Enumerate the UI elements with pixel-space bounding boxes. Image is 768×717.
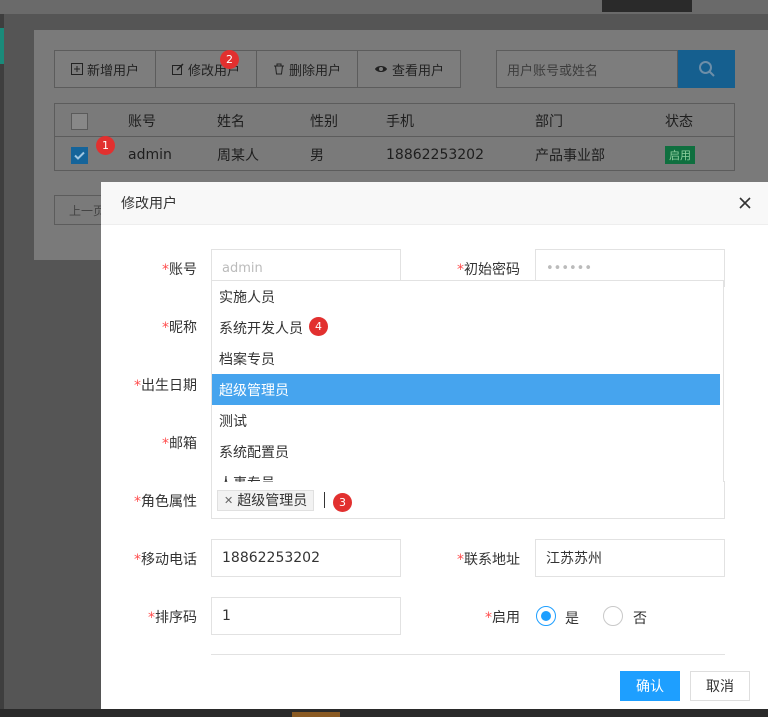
cell-account: admin (128, 146, 172, 163)
dialog-title: 修改用户 (121, 196, 177, 212)
trash-icon (274, 63, 285, 75)
bottom-bar (0, 709, 768, 717)
step-badge-1: 1 (96, 136, 115, 155)
search-placeholder: 用户账号或姓名 (507, 63, 599, 79)
view-user-label: 查看用户 (392, 63, 445, 79)
selected-role-label: 超级管理员 (237, 493, 308, 509)
address-label: *联系地址 (457, 552, 520, 568)
add-user-button[interactable]: 新增用户 (55, 51, 157, 87)
cell-dept: 产品事业部 (535, 147, 605, 164)
email-label: *邮箱 (162, 436, 197, 452)
prev-page-label: 上一页 (69, 203, 106, 218)
close-icon[interactable] (736, 194, 754, 212)
role-option[interactable]: 测试 (212, 405, 720, 436)
top-tab (602, 0, 692, 12)
row-checkbox[interactable] (71, 147, 88, 164)
address-input[interactable]: 江苏苏州 (535, 539, 725, 577)
step-badge-4: 4 (309, 317, 328, 336)
nickname-label: *昵称 (162, 320, 197, 336)
select-all-checkbox[interactable] (71, 113, 88, 130)
left-strip-accent (0, 28, 4, 64)
header-phone[interactable]: 手机 (386, 104, 414, 137)
header-account[interactable]: 账号 (128, 104, 156, 137)
cell-name: 周某人 (217, 147, 259, 164)
header-dept[interactable]: 部门 (535, 104, 563, 137)
table-row[interactable]: admin 周某人 男 18862253202 产品事业部 启用 (55, 138, 734, 171)
confirm-button[interactable]: 确认 (620, 671, 680, 701)
left-strip (0, 14, 4, 714)
role-option[interactable]: 实施人员 (212, 281, 720, 312)
edit-user-button[interactable]: 修改用户 (156, 51, 258, 87)
eye-icon (375, 66, 388, 72)
user-search-input[interactable]: 用户账号或姓名 (496, 50, 678, 88)
delete-user-button[interactable]: 删除用户 (257, 51, 359, 87)
edit-user-dialog: 修改用户 *账号 *初始密码 *昵称 *出生日期 *邮箱 *角色属性 *移动电话… (101, 182, 768, 709)
role-option[interactable]: 系统开发人员 (212, 312, 720, 343)
search-icon (698, 61, 715, 77)
birth-date-label: *出生日期 (134, 378, 197, 394)
header-gender[interactable]: 性别 (310, 104, 338, 137)
bottom-tab (292, 712, 340, 717)
text-cursor (324, 492, 326, 508)
header-status[interactable]: 状态 (665, 104, 693, 137)
edit-icon (172, 63, 184, 75)
top-bar (0, 0, 768, 14)
enabled-yes-label: 是 (565, 611, 579, 627)
mobile-label: *移动电话 (134, 552, 197, 568)
sort-label: *排序码 (148, 610, 197, 626)
dialog-header: 修改用户 (101, 182, 768, 225)
enabled-label: *启用 (485, 610, 520, 626)
step-badge-3: 3 (333, 493, 352, 512)
cancel-button[interactable]: 取消 (690, 671, 750, 701)
role-option[interactable]: 档案专员 (212, 343, 720, 374)
add-user-label: 新增用户 (87, 63, 140, 79)
user-toolbar: 新增用户 修改用户 删除用户 查看用户 (54, 50, 462, 88)
sort-input[interactable]: 1 (211, 597, 401, 635)
header-name[interactable]: 姓名 (217, 104, 245, 137)
check-icon (74, 151, 85, 160)
status-badge: 启用 (665, 145, 695, 164)
cell-gender: 男 (310, 147, 324, 164)
role-dropdown: 实施人员 系统开发人员 档案专员 超级管理员 测试 系统配置员 人事专员 (211, 280, 724, 482)
enabled-no-label: 否 (633, 611, 647, 627)
role-option[interactable]: 人事专员 (212, 467, 720, 483)
enabled-no-radio[interactable] (603, 606, 623, 626)
search-button[interactable] (678, 50, 735, 88)
cell-phone: 18862253202 (386, 146, 484, 163)
account-label: *账号 (162, 262, 197, 278)
step-badge-2: 2 (220, 50, 239, 69)
remove-tag-icon[interactable]: ✕ (224, 494, 233, 507)
enabled-yes-radio[interactable] (536, 606, 556, 626)
view-user-button[interactable]: 查看用户 (358, 51, 460, 87)
selected-role-tag: ✕ 超级管理员 (217, 489, 315, 511)
dialog-footer: 确认 取消 (101, 660, 768, 709)
user-table: 账号 姓名 性别 手机 部门 状态 admin 周某人 男 1886225320… (54, 103, 735, 171)
table-header: 账号 姓名 性别 手机 部门 状态 (55, 104, 734, 137)
mobile-input[interactable]: 18862253202 (211, 539, 401, 577)
plus-square-icon (71, 63, 83, 75)
role-option[interactable]: 系统配置员 (212, 436, 720, 467)
delete-user-label: 删除用户 (289, 63, 342, 79)
role-label: *角色属性 (134, 494, 197, 510)
init-password-label: *初始密码 (457, 262, 520, 278)
cell-status: 启用 (665, 138, 695, 171)
role-option-selected[interactable]: 超级管理员 (212, 374, 720, 405)
role-select[interactable]: ✕ 超级管理员 (211, 481, 725, 519)
